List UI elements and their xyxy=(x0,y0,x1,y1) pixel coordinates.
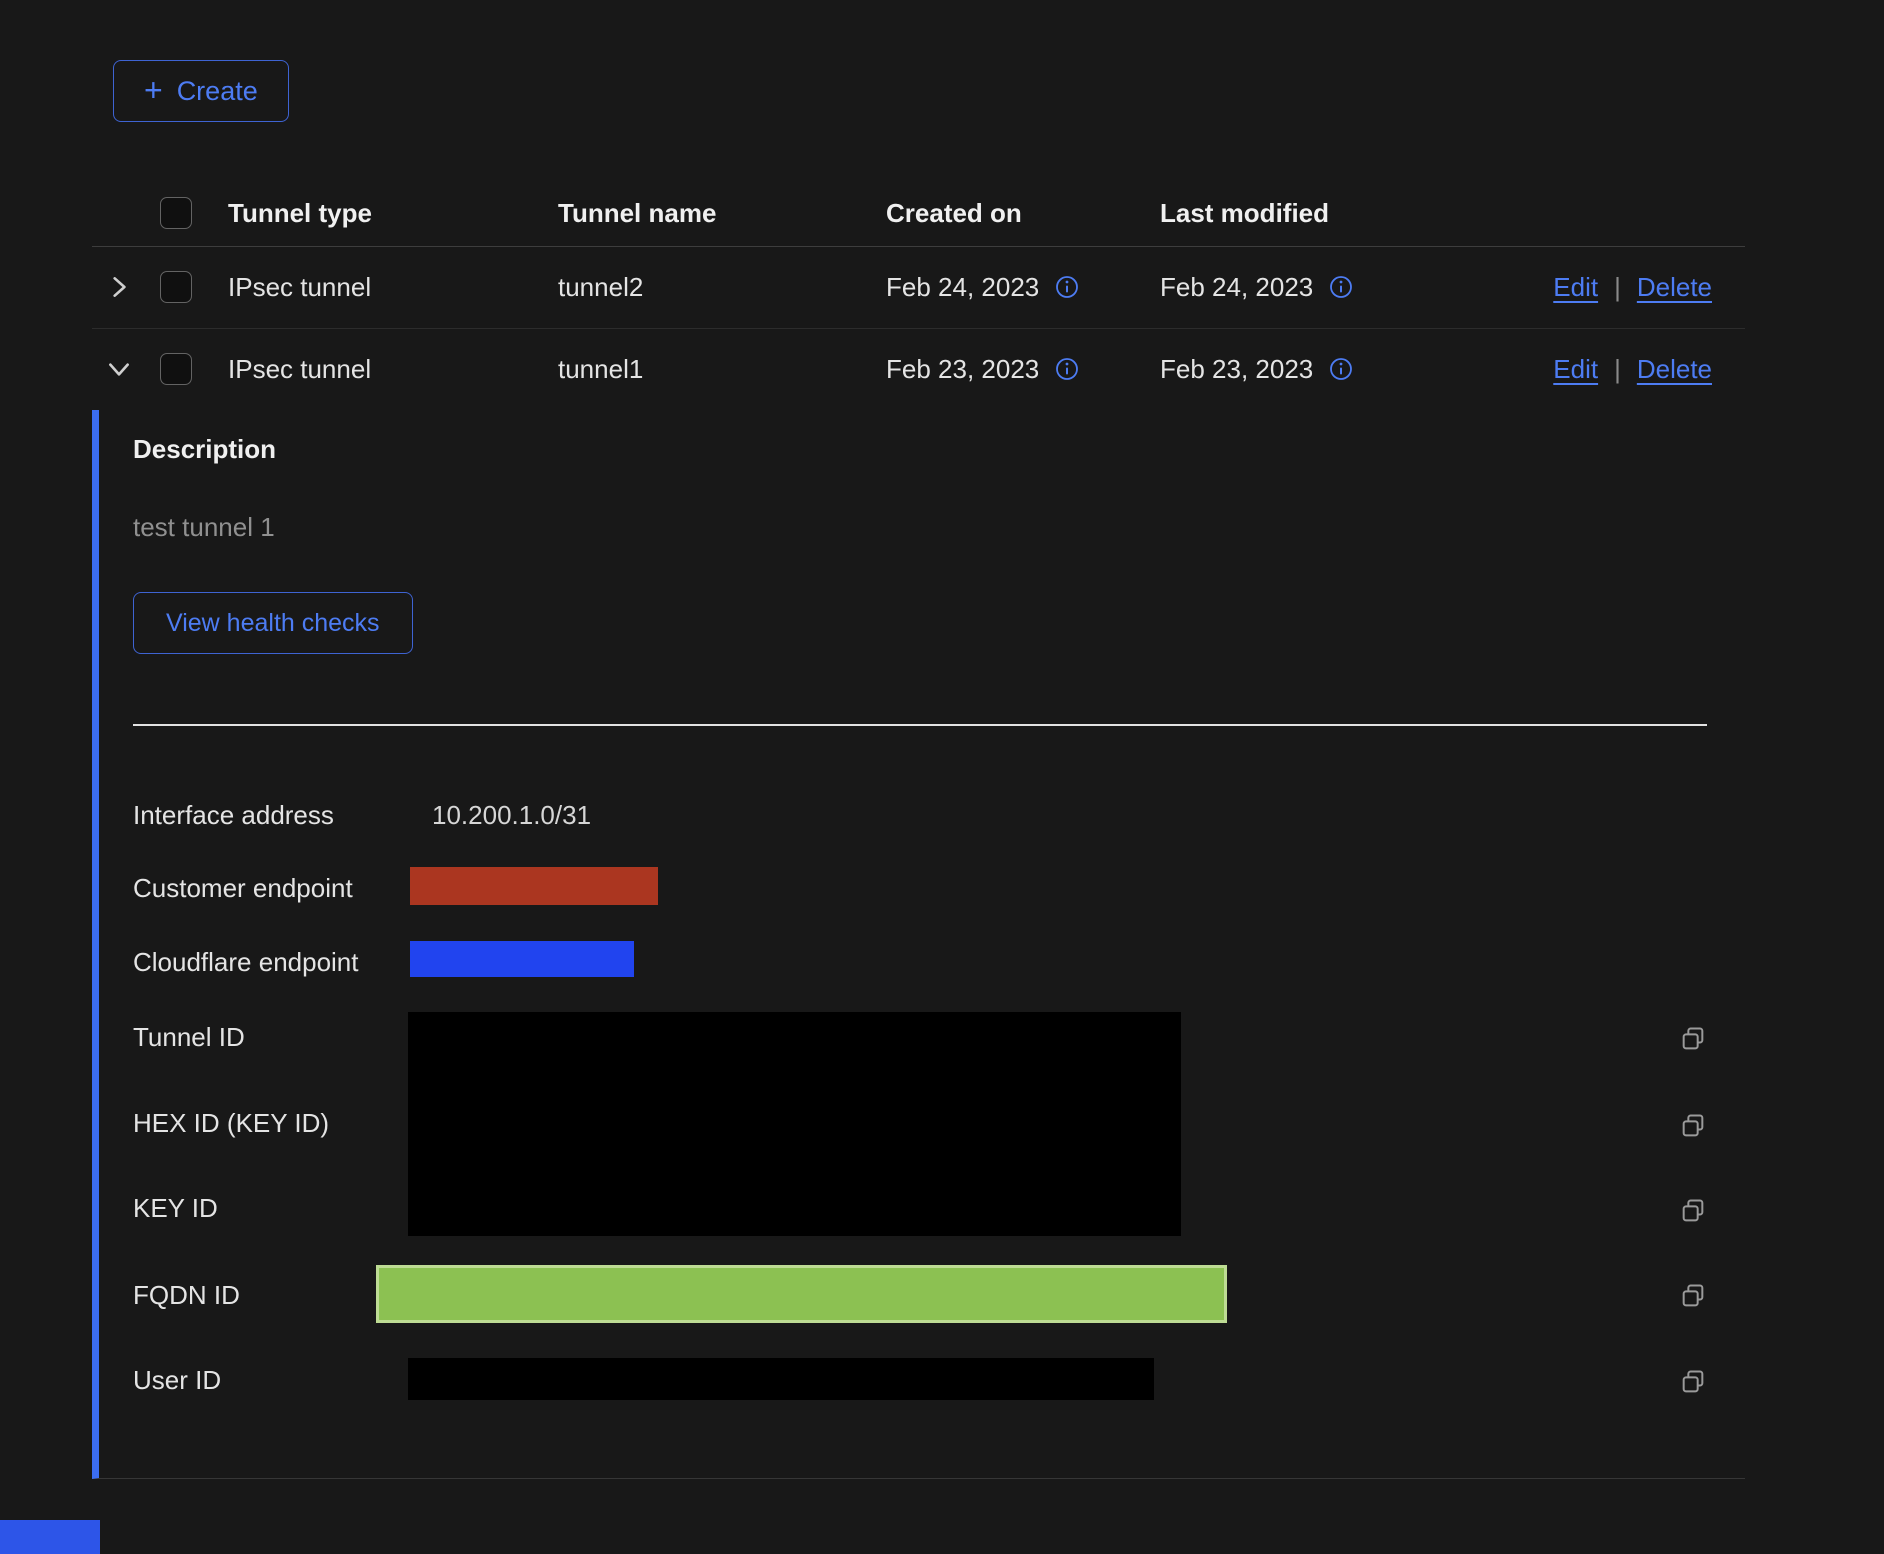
hex-id-label: HEX ID (KEY ID) xyxy=(133,1108,329,1139)
column-header-last-modified: Last modified xyxy=(1160,180,1329,246)
tunnels-page: + Create Tunnel type Tunnel name Created… xyxy=(0,0,1884,1554)
copy-icon-fqdn-id[interactable] xyxy=(1679,1282,1707,1310)
tunnel-id-label: Tunnel ID xyxy=(133,1022,245,1053)
table-row-tunnel1: IPsec tunnel tunnel1 Feb 23, 2023 Feb 23… xyxy=(92,328,1745,410)
copy-icon-tunnel-id[interactable] xyxy=(1679,1025,1707,1053)
plus-icon: + xyxy=(144,74,163,106)
column-header-created-on: Created on xyxy=(886,180,1022,246)
actions-separator: | xyxy=(1614,354,1621,385)
fqdn-id-redaction xyxy=(376,1265,1227,1323)
row-actions: Edit | Delete xyxy=(1553,246,1712,328)
delete-link[interactable]: Delete xyxy=(1637,272,1712,303)
created-on-value: Feb 24, 2023 xyxy=(886,272,1039,303)
info-icon[interactable] xyxy=(1055,275,1079,299)
copy-icon-key-id[interactable] xyxy=(1679,1197,1707,1225)
tunnel-name-cell: tunnel1 xyxy=(558,328,643,410)
edit-link[interactable]: Edit xyxy=(1553,272,1598,303)
column-header-tunnel-type: Tunnel type xyxy=(228,180,372,246)
info-icon[interactable] xyxy=(1329,275,1353,299)
copy-icon-user-id[interactable] xyxy=(1679,1368,1707,1396)
row-checkbox[interactable] xyxy=(160,353,192,385)
customer-endpoint-label: Customer endpoint xyxy=(133,873,353,904)
created-on-value: Feb 23, 2023 xyxy=(886,354,1039,385)
create-button-label: Create xyxy=(177,76,258,107)
interface-address-value: 10.200.1.0/31 xyxy=(432,800,591,831)
user-id-label: User ID xyxy=(133,1365,221,1396)
copy-icon-hex-id[interactable] xyxy=(1679,1112,1707,1140)
cloudflare-endpoint-label: Cloudflare endpoint xyxy=(133,947,359,978)
last-modified-cell: Feb 23, 2023 xyxy=(1160,328,1353,410)
table-row-tunnel2: IPsec tunnel tunnel2 Feb 24, 2023 Feb 24… xyxy=(92,246,1745,329)
last-modified-value: Feb 23, 2023 xyxy=(1160,354,1313,385)
description-value: test tunnel 1 xyxy=(133,512,275,543)
table-header: Tunnel type Tunnel name Created on Last … xyxy=(92,180,1745,247)
fqdn-id-label: FQDN ID xyxy=(133,1280,240,1311)
create-button[interactable]: + Create xyxy=(113,60,289,122)
info-icon[interactable] xyxy=(1055,357,1079,381)
tunnel-detail-panel: Description test tunnel 1 View health ch… xyxy=(92,410,1745,1479)
delete-link[interactable]: Delete xyxy=(1637,354,1712,385)
panel-divider xyxy=(133,724,1707,726)
created-on-cell: Feb 24, 2023 xyxy=(886,246,1079,328)
row-actions: Edit | Delete xyxy=(1553,328,1712,410)
last-modified-value: Feb 24, 2023 xyxy=(1160,272,1313,303)
edit-link[interactable]: Edit xyxy=(1553,354,1598,385)
tunnel-type-cell: IPsec tunnel xyxy=(228,246,371,328)
ids-redaction-block xyxy=(408,1012,1181,1236)
column-header-tunnel-name: Tunnel name xyxy=(558,180,716,246)
interface-address-label: Interface address xyxy=(133,800,334,831)
chevron-right-icon[interactable] xyxy=(106,246,132,328)
tunnel-type-cell: IPsec tunnel xyxy=(228,328,371,410)
view-health-checks-button[interactable]: View health checks xyxy=(133,592,413,654)
created-on-cell: Feb 23, 2023 xyxy=(886,328,1079,410)
info-icon[interactable] xyxy=(1329,357,1353,381)
row-checkbox[interactable] xyxy=(160,271,192,303)
bottom-left-blue-block xyxy=(0,1520,100,1554)
description-heading: Description xyxy=(133,434,276,465)
customer-endpoint-redaction xyxy=(410,867,658,905)
last-modified-cell: Feb 24, 2023 xyxy=(1160,246,1353,328)
cloudflare-endpoint-redaction xyxy=(410,941,634,977)
actions-separator: | xyxy=(1614,272,1621,303)
select-all-checkbox[interactable] xyxy=(160,197,192,229)
tunnel-name-cell: tunnel2 xyxy=(558,246,643,328)
chevron-down-icon[interactable] xyxy=(106,328,132,410)
user-id-redaction xyxy=(408,1358,1154,1400)
key-id-label: KEY ID xyxy=(133,1193,218,1224)
